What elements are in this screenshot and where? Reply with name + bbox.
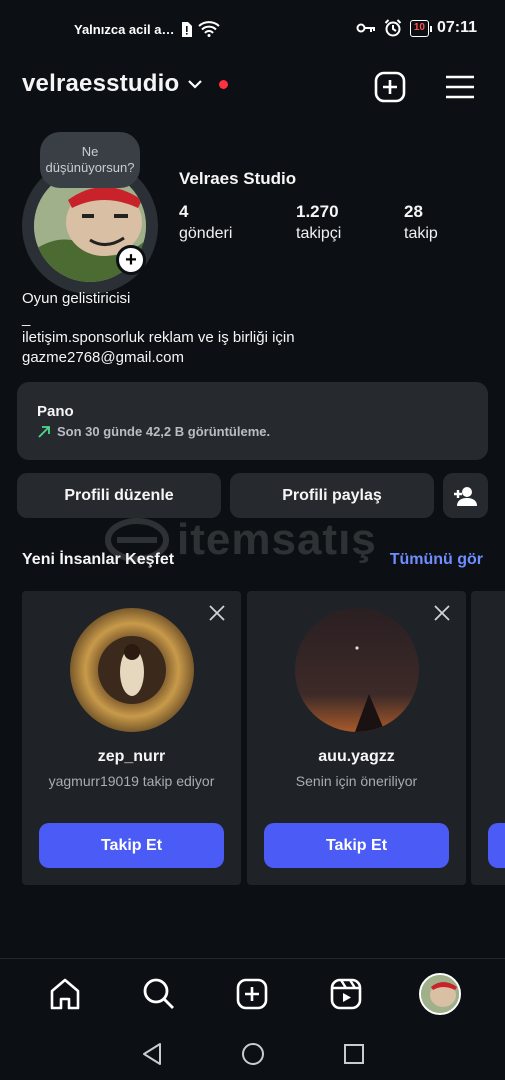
home-icon xyxy=(50,978,80,1009)
avatar-image xyxy=(295,608,419,732)
chevron-down-icon xyxy=(188,80,203,89)
discover-people-button[interactable] xyxy=(443,473,488,518)
nav-avatar xyxy=(419,972,462,1015)
suggestion-reason: yagmurr19019 takip ediyor xyxy=(48,773,215,789)
suggestion-avatar[interactable] xyxy=(70,608,194,732)
bio-line: _ xyxy=(22,309,31,327)
status-right: 10 07:11 xyxy=(356,19,477,37)
add-story-button[interactable]: + xyxy=(116,245,146,275)
status-left: Yalnızca acil a… xyxy=(74,21,221,37)
stat-value: 4 xyxy=(179,202,189,221)
plus-icon: + xyxy=(125,249,137,271)
sim-alert-icon xyxy=(182,21,193,37)
avatar-image xyxy=(421,974,460,1013)
hamburger-icon xyxy=(446,75,474,99)
dismiss-button[interactable] xyxy=(432,603,452,623)
header-actions xyxy=(373,70,477,104)
nav-profile[interactable] xyxy=(418,972,462,1016)
note-bubble[interactable]: Ne düşünüyorsun? xyxy=(40,132,140,188)
stat-followers[interactable]: 1.270 takipçi xyxy=(296,202,341,243)
dashboard-title: Pano xyxy=(37,403,74,420)
create-button[interactable] xyxy=(373,70,407,104)
suggestion-card-partial[interactable] xyxy=(471,591,505,885)
stat-following[interactable]: 28 takip xyxy=(404,202,438,243)
suggestion-avatar[interactable] xyxy=(295,608,419,732)
bio: Oyun gelistiricisi _ iletişim.sponsorluk… xyxy=(22,289,295,367)
suggestion-reason: Senin için öneriliyor xyxy=(295,773,418,789)
display-name: Velraes Studio xyxy=(179,169,297,188)
trend-up-icon xyxy=(38,425,50,438)
suggestion-card[interactable]: zep_nurr yagmurr19019 takip ediyor Takip… xyxy=(22,591,241,885)
system-nav xyxy=(0,1028,505,1080)
carrier-text: Yalnızca acil a… xyxy=(74,21,175,37)
watermark-text: itemsatış xyxy=(177,515,377,564)
nav-search[interactable] xyxy=(137,972,181,1016)
home-circle-icon[interactable] xyxy=(241,1042,265,1066)
bottom-nav xyxy=(0,958,505,1028)
battery-icon: 10 xyxy=(409,19,433,37)
bio-line: iletişim.sponsorluk reklam ve iş birliği… xyxy=(22,329,295,346)
nav-reels[interactable] xyxy=(324,972,368,1016)
close-icon xyxy=(209,605,225,621)
clock: 07:11 xyxy=(436,19,477,36)
menu-button[interactable] xyxy=(443,70,477,104)
username: velraesstudio xyxy=(22,70,180,97)
note-text: Ne düşünüyorsun? xyxy=(45,144,135,175)
stat-label: gönderi xyxy=(179,225,233,242)
bio-line: Oyun gelistiricisi xyxy=(22,290,131,307)
avatar-image xyxy=(70,608,194,732)
alarm-icon xyxy=(384,19,402,37)
stat-value: 28 xyxy=(404,202,423,221)
professional-dashboard[interactable]: Pano Son 30 günde 42,2 B görüntüleme. xyxy=(17,382,488,460)
plus-square-icon xyxy=(237,978,268,1009)
search-icon xyxy=(143,978,174,1009)
plus-square-icon xyxy=(374,71,406,103)
key-icon xyxy=(356,23,375,33)
reels-icon xyxy=(330,978,362,1009)
stat-label: takipçi xyxy=(296,225,342,242)
add-person-icon xyxy=(453,486,477,506)
nav-create[interactable] xyxy=(230,972,274,1016)
suggestion-username[interactable]: auu.yagzz xyxy=(247,748,466,766)
nav-home[interactable] xyxy=(43,972,87,1016)
share-profile-button[interactable]: Profili paylaş xyxy=(230,473,434,518)
suggestion-username[interactable]: zep_nurr xyxy=(22,748,241,766)
status-bar: Yalnızca acil a… 10 07:11 xyxy=(0,0,505,58)
dismiss-button[interactable] xyxy=(207,603,227,623)
stat-value: 1.270 xyxy=(296,202,339,221)
follow-button[interactable]: Takip Et xyxy=(264,823,449,868)
see-all-link[interactable]: Tümünü gör xyxy=(390,551,483,569)
suggestion-card[interactable]: auu.yagzz Senin için öneriliyor Takip Et xyxy=(247,591,466,885)
wifi-icon xyxy=(198,21,221,37)
stat-posts[interactable]: 4 gönderi xyxy=(179,202,232,243)
recents-icon[interactable] xyxy=(343,1043,365,1065)
follow-button[interactable]: Takip Et xyxy=(39,823,224,868)
account-switcher[interactable]: velraesstudio xyxy=(22,70,229,98)
stat-label: takip xyxy=(404,225,438,242)
back-icon[interactable] xyxy=(141,1042,163,1066)
edit-profile-button[interactable]: Profili düzenle xyxy=(17,473,221,518)
bio-email-link[interactable]: gazme2768@gmail.com xyxy=(22,348,295,368)
follow-button-partial[interactable] xyxy=(488,823,505,868)
discover-title: Yeni İnsanlar Keşfet xyxy=(22,551,175,568)
close-icon xyxy=(434,605,450,621)
dashboard-subtitle: Son 30 günde 42,2 B görüntüleme. xyxy=(37,424,468,439)
notification-dot xyxy=(219,79,229,89)
